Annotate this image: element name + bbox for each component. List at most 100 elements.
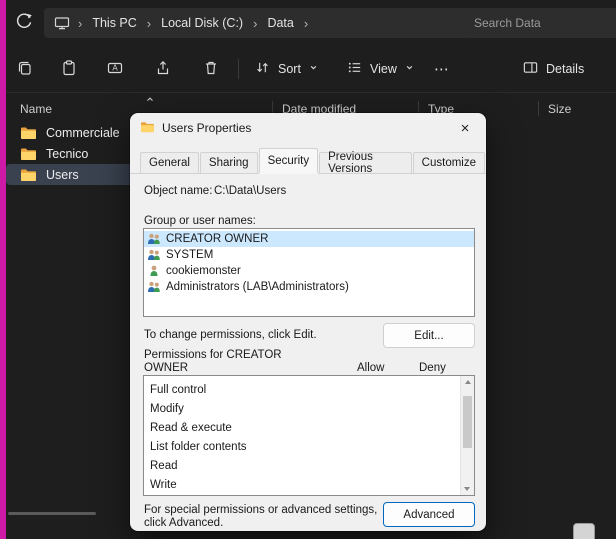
this-pc-icon [54, 16, 70, 30]
permission-row[interactable]: Modify [144, 400, 474, 419]
permission-list[interactable]: Full controlModifyRead & executeList fol… [143, 375, 475, 496]
sort-button[interactable]: Sort [246, 53, 327, 85]
permission-row[interactable]: List folder contents [144, 438, 474, 457]
search-box[interactable]: Search Data [462, 8, 616, 38]
edit-button[interactable]: Edit... [383, 323, 475, 348]
advanced-button-label: Advanced [403, 509, 454, 521]
column-header[interactable]: Name [20, 102, 52, 116]
view-button[interactable]: View [338, 53, 423, 85]
delete-icon [202, 59, 220, 80]
breadcrumb-chevron-icon: › [304, 16, 308, 31]
permission-row[interactable]: Full control [144, 381, 474, 400]
principal-name: CREATOR OWNER [166, 233, 268, 245]
paste-icon [60, 59, 78, 80]
sort-ascending-icon [144, 93, 156, 107]
folder-icon [20, 126, 37, 140]
group-list[interactable]: CREATOR OWNER SYSTEM cookiemonster Administ… [143, 228, 475, 317]
paste-button[interactable] [52, 53, 86, 85]
scroll-down-icon[interactable] [464, 487, 470, 491]
scroll-up-icon[interactable] [465, 380, 471, 384]
taskbar-icon[interactable] [573, 523, 595, 539]
breadcrumb-item[interactable]: This PC [90, 15, 138, 31]
group-icon [147, 249, 161, 261]
breadcrumb-item[interactable]: Local Disk (C:) [159, 15, 245, 31]
tab-security[interactable]: Security [259, 148, 319, 173]
copy-icon [16, 59, 34, 80]
breadcrumb-chevron-icon: › [147, 16, 151, 31]
folder-icon [20, 168, 37, 182]
principal-row[interactable]: Administrators (LAB\Administrators) [144, 279, 474, 295]
tab-strip: GeneralSharingSecurityPrevious VersionsC… [130, 149, 486, 174]
group-icon [147, 233, 161, 245]
toolbar: A [6, 46, 616, 93]
sort-label: Sort [278, 62, 301, 76]
details-icon [522, 59, 539, 79]
edit-hint: To change permissions, click Edit. [144, 329, 317, 342]
breadcrumb-item[interactable]: Data [265, 15, 295, 31]
file-name: Tecnico [46, 147, 88, 161]
accent-strip [0, 0, 6, 539]
explorer-window: › This PC › Local Disk (C:) › Data › Search Da… [0, 0, 616, 539]
scrollbar-thumb[interactable] [463, 396, 472, 448]
horizontal-scrollbar[interactable] [8, 512, 96, 515]
svg-text:A: A [112, 63, 118, 72]
tab-customize[interactable]: Customize [413, 152, 485, 173]
principal-name: SYSTEM [166, 249, 213, 261]
permission-row[interactable]: Write [144, 476, 474, 495]
object-name-value: C:\Data\Users [214, 185, 286, 198]
breadcrumb-chevron-icon: › [253, 16, 257, 31]
address-bar[interactable]: › This PC › Local Disk (C:) › Data › [44, 8, 474, 38]
folder-icon [20, 147, 37, 161]
close-icon[interactable]: × [454, 117, 476, 139]
folder-icon [140, 121, 155, 136]
copy-button[interactable] [8, 53, 42, 85]
rename-icon: A [106, 59, 124, 80]
delete-button[interactable] [194, 53, 228, 85]
chevron-down-icon [404, 62, 415, 76]
deny-column-label: Deny [419, 362, 446, 375]
rename-button[interactable]: A [98, 53, 132, 85]
view-icon [346, 59, 363, 79]
sort-icon [254, 59, 271, 79]
object-name-label: Object name: [144, 185, 212, 198]
advanced-hint: For special permissions or advanced sett… [144, 504, 389, 529]
allow-column-label: Allow [357, 362, 384, 375]
chevron-down-icon [308, 62, 319, 76]
principal-row[interactable]: CREATOR OWNER [144, 231, 474, 247]
file-name: Users [46, 168, 79, 182]
group-icon [147, 281, 161, 293]
edit-button-label: Edit... [414, 330, 443, 342]
more-button[interactable]: ⋯ [426, 53, 458, 85]
user-icon [147, 265, 161, 277]
view-label: View [370, 62, 397, 76]
column-divider[interactable] [538, 101, 539, 116]
refresh-icon [14, 12, 34, 37]
more-icon: ⋯ [434, 60, 450, 78]
principal-row[interactable]: SYSTEM [144, 247, 474, 263]
search-placeholder: Search Data [474, 16, 541, 30]
group-list-label: Group or user names: [144, 215, 256, 228]
breadcrumb-chevron-icon: › [78, 16, 82, 31]
principal-row[interactable]: cookiemonster [144, 263, 474, 279]
tab-previous-versions[interactable]: Previous Versions [319, 152, 412, 173]
permissions-label: Permissions for CREATOR OWNER [144, 349, 294, 374]
tab-general[interactable]: General [140, 152, 199, 173]
dialog-titlebar[interactable]: Users Properties × [130, 113, 486, 143]
toolbar-separator [238, 59, 239, 79]
permissions-scrollbar[interactable] [460, 376, 474, 495]
share-icon [154, 59, 172, 80]
dialog-title: Users Properties [162, 121, 251, 135]
details-button[interactable]: Details [514, 53, 592, 85]
tab-sharing[interactable]: Sharing [200, 152, 258, 173]
file-name: Commerciale [46, 126, 120, 140]
share-button[interactable] [146, 53, 180, 85]
principal-name: Administrators (LAB\Administrators) [166, 281, 349, 293]
permission-row[interactable]: Read & execute [144, 419, 474, 438]
permission-row[interactable]: Read [144, 457, 474, 476]
refresh-button[interactable] [12, 12, 36, 36]
details-label: Details [546, 62, 584, 76]
properties-dialog: Users Properties × GeneralSharingSecurit… [130, 113, 486, 531]
principal-name: cookiemonster [166, 265, 241, 277]
column-header[interactable]: Size [548, 102, 571, 116]
advanced-button[interactable]: Advanced [383, 502, 475, 527]
